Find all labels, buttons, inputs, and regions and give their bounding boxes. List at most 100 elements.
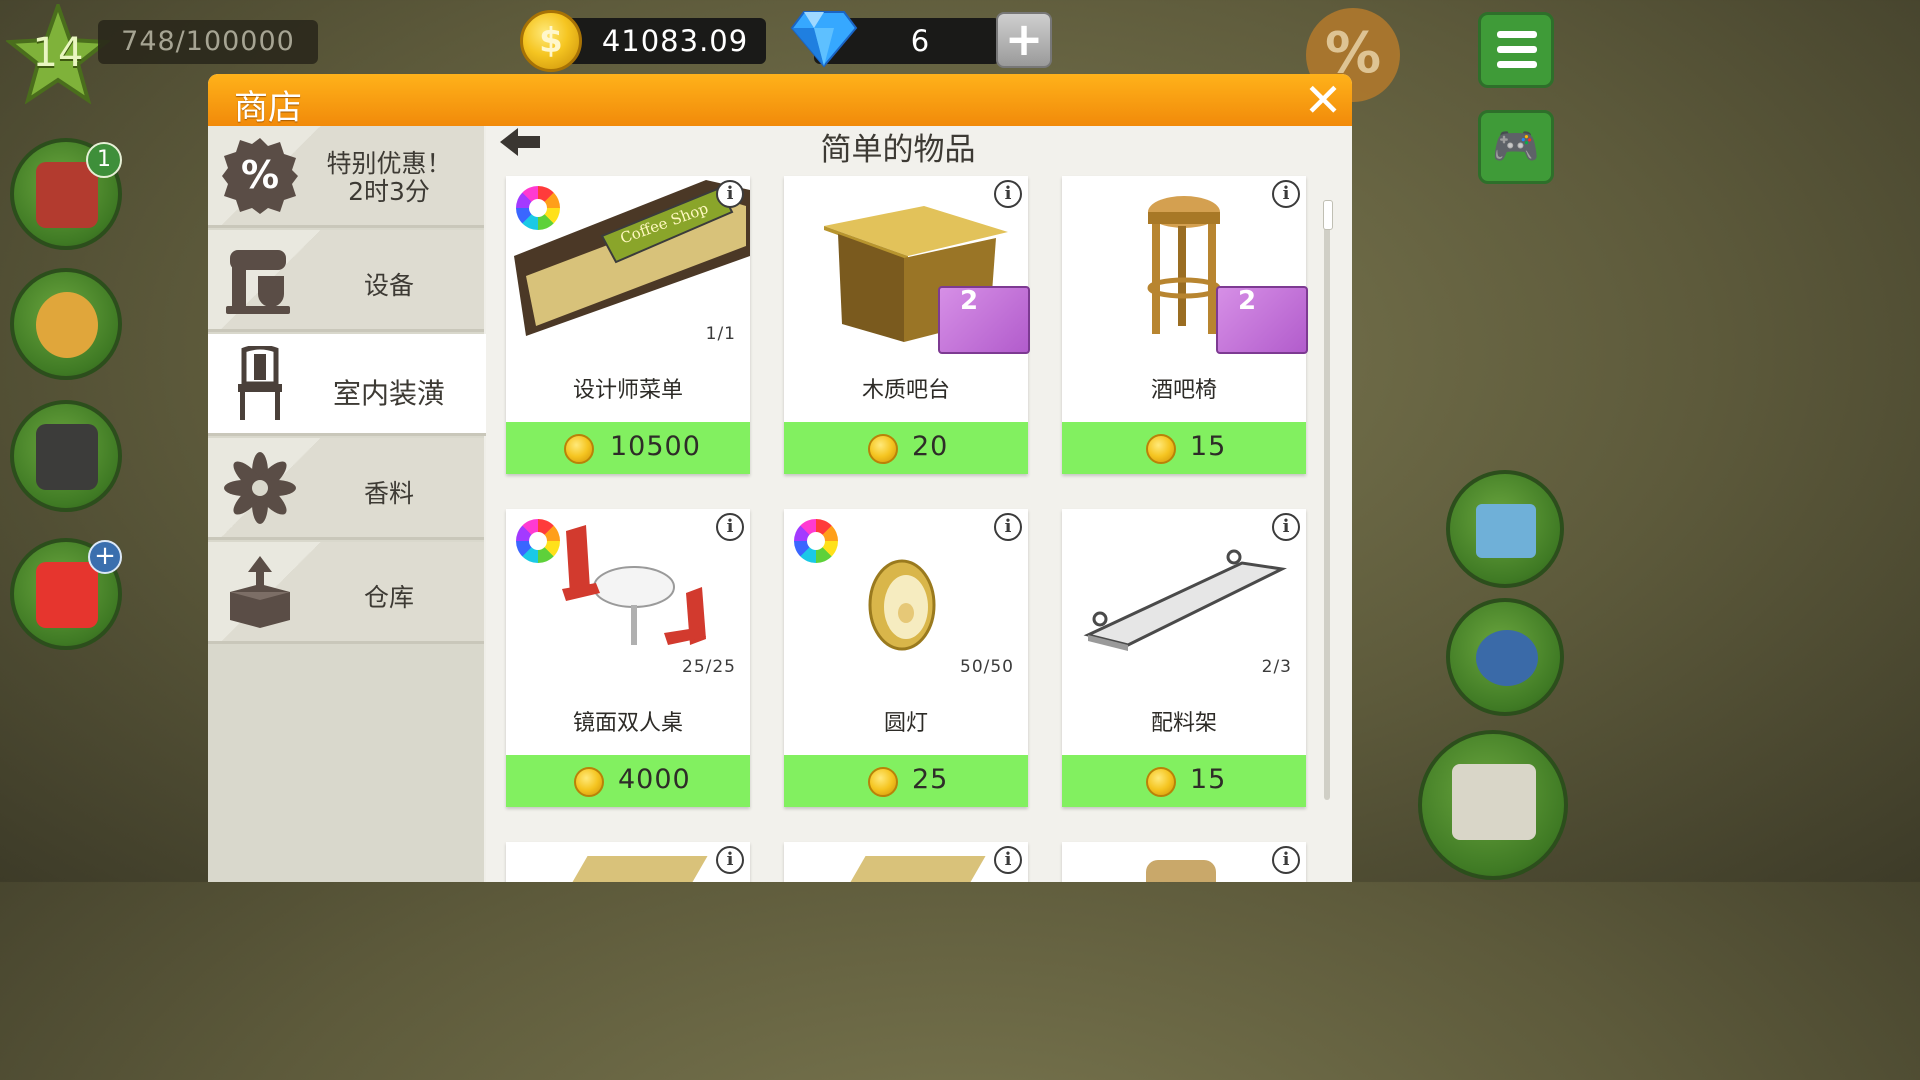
- ingredients-button[interactable]: [10, 268, 122, 380]
- item-count: 1/1: [705, 324, 736, 344]
- section-title: 简单的物品: [820, 132, 976, 168]
- info-icon[interactable]: i: [994, 180, 1022, 208]
- notification-badge: 1: [86, 142, 122, 178]
- book-icon: [36, 162, 98, 228]
- category-decor-label: 室内装潢: [332, 377, 445, 410]
- price-button[interactable]: 15: [1062, 755, 1306, 807]
- shop-header: [208, 74, 1352, 126]
- info-icon[interactable]: i: [994, 513, 1022, 541]
- item-name: 木质吧台: [861, 378, 950, 403]
- category-storage-label: 仓库: [363, 583, 414, 612]
- price-button[interactable]: 4000: [506, 755, 750, 807]
- item-price: 20: [912, 431, 949, 462]
- coin-icon: [868, 434, 898, 464]
- map-icon: [1476, 504, 1536, 558]
- coin-icon: [1146, 434, 1176, 464]
- percent-icon: %: [222, 138, 298, 214]
- info-icon[interactable]: i: [1272, 846, 1300, 874]
- price-button[interactable]: 15: [1062, 422, 1306, 474]
- color-options-icon: [794, 519, 838, 563]
- category-decor[interactable]: 室内装潢: [208, 334, 486, 436]
- item-name: 圆灯: [883, 711, 928, 736]
- cash-register-icon: [1452, 764, 1536, 840]
- ingredient-shelf-art: [1083, 549, 1287, 651]
- gift-box-badge: 2: [938, 286, 1030, 354]
- item-name: 酒吧椅: [1150, 378, 1217, 403]
- coffee-cup-icon: [1476, 630, 1538, 686]
- item-name: 镜面双人桌: [572, 711, 683, 736]
- price-button[interactable]: 20: [784, 422, 1028, 474]
- item-card[interactable]: i 2/3 配料架 15: [1062, 509, 1306, 807]
- price-button[interactable]: 10500: [506, 422, 750, 474]
- info-icon[interactable]: i: [716, 846, 744, 874]
- wooden-table-art: [564, 856, 708, 882]
- level-number: 14: [32, 30, 84, 76]
- item-card[interactable]: Coffee Shop i 1/1 设计师菜单 10500: [506, 176, 750, 474]
- item-price: 15: [1190, 764, 1227, 795]
- item-name: 设计师菜单: [572, 378, 683, 403]
- category-sidebar: % 特别优惠！ 2时3分 设备 室内装潢 香料 仓库: [208, 126, 486, 882]
- sack-art: [1146, 860, 1216, 882]
- storage-box-icon: [230, 556, 290, 628]
- item-card[interactable]: i: [506, 842, 750, 882]
- gem-amount: 6: [910, 24, 930, 58]
- phone-icon: [36, 424, 98, 490]
- category-equipment-label: 设备: [363, 271, 414, 300]
- phone-button[interactable]: [10, 400, 122, 512]
- item-count: 2/3: [1261, 657, 1292, 677]
- info-icon[interactable]: i: [994, 846, 1022, 874]
- shop-title: 商店: [234, 88, 302, 128]
- special-offer-label: 特别优惠！: [326, 149, 452, 178]
- mixer-icon: [226, 250, 290, 314]
- info-icon[interactable]: i: [716, 513, 744, 541]
- color-options-icon: [516, 186, 560, 230]
- item-card[interactable]: i 2 木质吧台 20: [784, 176, 1030, 474]
- map-button[interactable]: [1446, 470, 1564, 588]
- item-count: 50/50: [960, 657, 1014, 677]
- scrollbar[interactable]: [1324, 200, 1330, 800]
- item-name: 配料架: [1150, 711, 1217, 736]
- info-icon[interactable]: i: [1272, 513, 1300, 541]
- item-price: 15: [1190, 431, 1227, 462]
- item-card[interactable]: i: [1062, 842, 1306, 882]
- color-options-icon: [516, 519, 560, 563]
- back-arrow-icon[interactable]: [498, 126, 542, 158]
- item-card[interactable]: i: [784, 842, 1028, 882]
- category-equipment[interactable]: 设备: [208, 230, 484, 332]
- item-price: 10500: [610, 431, 701, 462]
- coin-icon: [868, 767, 898, 797]
- item-card[interactable]: i 50/50 圆灯 25: [784, 509, 1028, 807]
- coin-icon: $: [520, 10, 582, 72]
- menu-button[interactable]: [1478, 12, 1554, 88]
- category-storage[interactable]: 仓库: [208, 542, 484, 644]
- coin-icon: [1146, 767, 1176, 797]
- coffee-price-button[interactable]: [1446, 598, 1564, 716]
- scrollbar-thumb[interactable]: [1323, 200, 1333, 230]
- info-icon[interactable]: i: [1272, 180, 1300, 208]
- item-card[interactable]: i 2 酒吧椅 15: [1062, 176, 1308, 474]
- diamond-icon: [790, 11, 858, 68]
- gamepad-icon[interactable]: 🎮: [1478, 110, 1554, 184]
- special-offer-timer: 2时3分: [348, 177, 430, 206]
- price-button[interactable]: 25: [784, 755, 1028, 807]
- shop-panel: 商店 ✕ % 特别优惠！ 2时3分 设备 室内装潢 香料 仓库 简单的物品 Co…: [208, 74, 1352, 882]
- coin-icon: [574, 767, 604, 797]
- info-icon[interactable]: i: [716, 180, 744, 208]
- category-special-offer[interactable]: % 特别优惠！ 2时3分: [208, 126, 484, 228]
- wooden-table-art: [842, 856, 986, 882]
- chair-icon: [238, 346, 282, 420]
- svg-text:%: %: [241, 153, 279, 197]
- category-spices-label: 香料: [363, 479, 414, 508]
- gift-box-badge: 2: [1216, 286, 1308, 354]
- close-button[interactable]: ✕: [1302, 77, 1344, 123]
- cash-register-button[interactable]: [1418, 730, 1568, 880]
- item-card[interactable]: i 25/25 镜面双人桌 4000: [506, 509, 750, 807]
- category-spices[interactable]: 香料: [208, 438, 484, 540]
- sack-icon: [36, 292, 98, 358]
- coin-icon: [564, 434, 594, 464]
- buy-gems-button[interactable]: +: [996, 12, 1052, 68]
- item-price: 4000: [618, 764, 691, 795]
- item-price: 25: [912, 764, 949, 795]
- xp-text: 748/100000: [121, 26, 295, 57]
- spice-flower-icon: [224, 452, 296, 524]
